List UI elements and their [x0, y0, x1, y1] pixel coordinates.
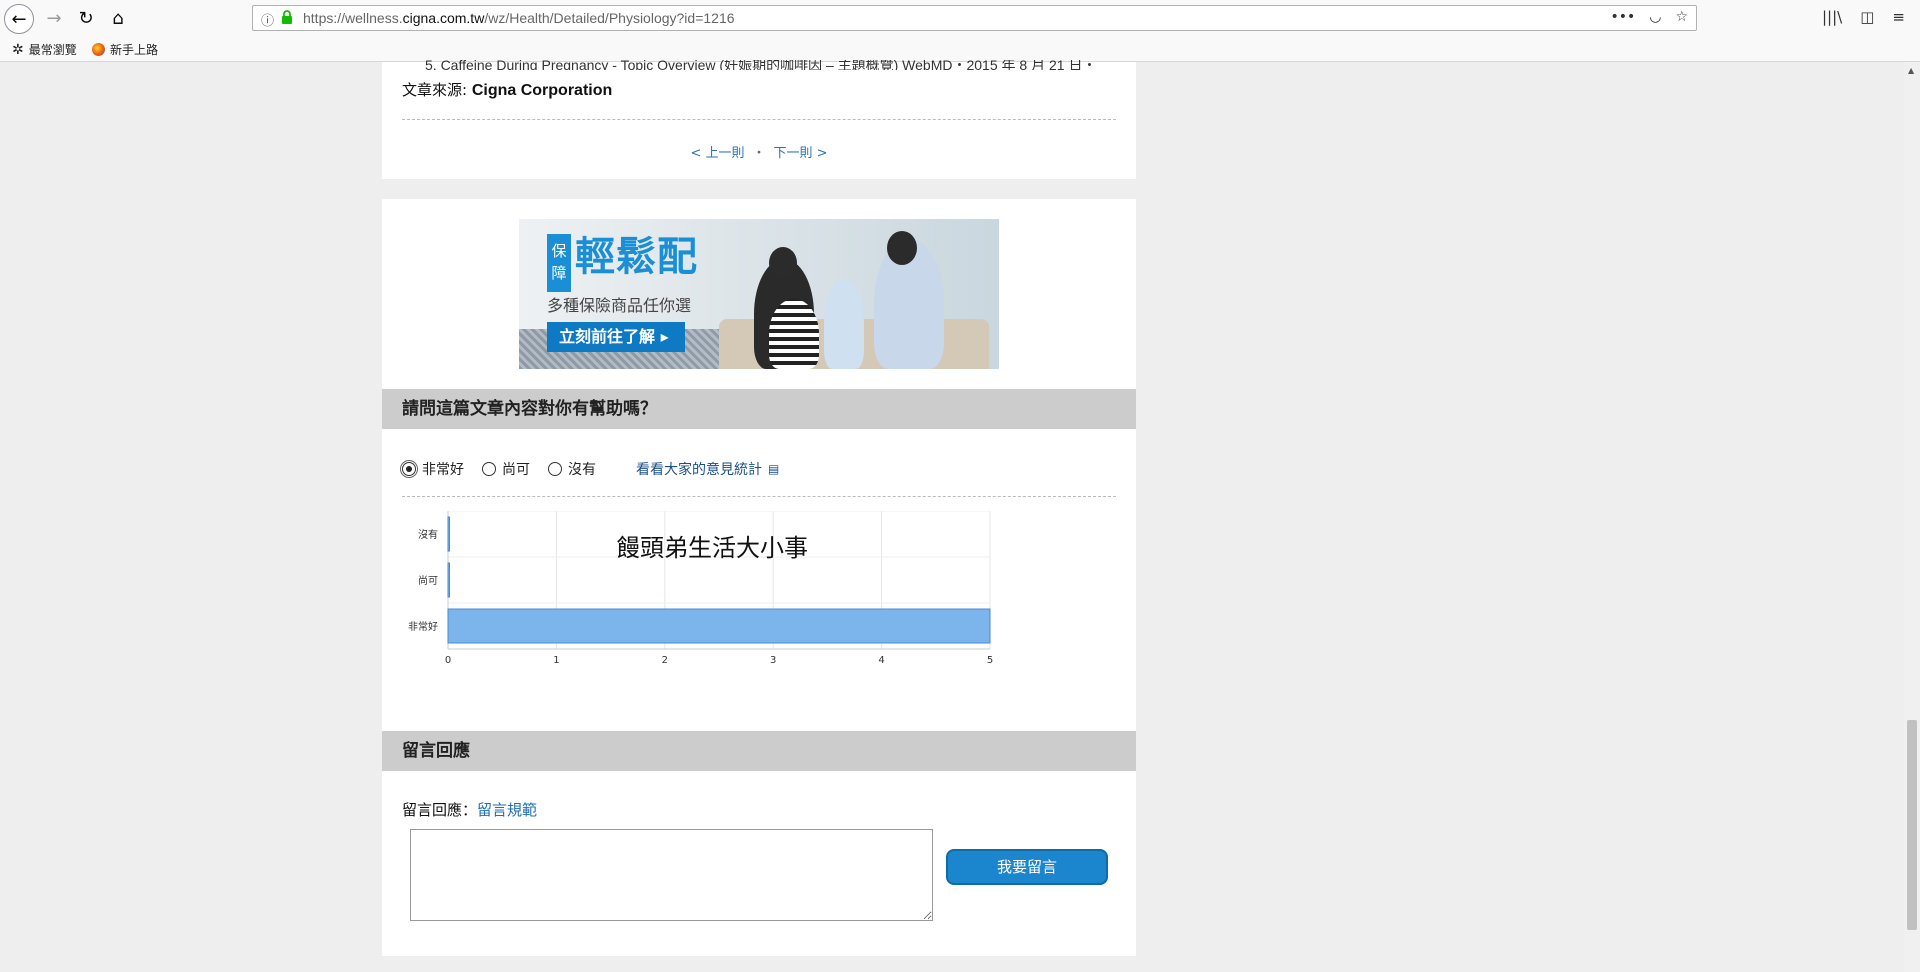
chart-icon: ▤ — [768, 462, 780, 476]
ad-person-head — [769, 247, 797, 279]
reference-item: 5. Caffeine During Pregnancy - Topic Ove… — [425, 60, 1097, 70]
tick-label: 0 — [445, 655, 451, 666]
ad-banner[interactable]: 保障 輕鬆配 多種保險商品任你選 立刻前往了解 ▸ — [519, 219, 999, 369]
option-ok[interactable]: 尚可 — [482, 459, 530, 479]
comments-heading: 留言回應 — [382, 731, 1136, 771]
url-text: https://wellness.cigna.com.tw/wz/Health/… — [303, 10, 735, 26]
view-stats-link[interactable]: 看看大家的意見統計 ▤ — [636, 459, 779, 479]
bookmark-getting-started[interactable]: 新手上路 — [92, 41, 158, 58]
tick-label: 4 — [878, 655, 884, 666]
address-bar[interactable]: ⓘ https://wellness.cigna.com.tw/wz/Healt… — [252, 5, 1697, 31]
article-pager: < 上一則・下一則 > — [690, 146, 828, 161]
reload-icon[interactable]: ↻ — [72, 4, 100, 32]
bar — [447, 562, 450, 598]
feedback-panel: 保障 輕鬆配 多種保險商品任你選 立刻前往了解 ▸ 請問這篇文章內容對你有幫助嗎… — [382, 199, 1136, 956]
option-very-good[interactable]: 非常好 — [400, 459, 464, 479]
bookmark-most-visited[interactable]: ✲ 最常瀏覽 — [12, 41, 77, 58]
article-source: 文章來源: Cigna Corporation — [402, 81, 613, 99]
sidebar-icon[interactable]: ◫ — [1860, 8, 1874, 26]
pocket-icon[interactable]: ◡ — [1649, 9, 1661, 25]
ad-badge: 保障 — [547, 234, 571, 292]
option-no[interactable]: 沒有 — [548, 459, 596, 479]
menu-icon[interactable]: ≡ — [1892, 8, 1905, 26]
bookmark-star-icon[interactable]: ☆ — [1675, 9, 1688, 25]
scroll-up-arrow-icon[interactable]: ▲ — [1908, 66, 1914, 75]
more-actions-icon[interactable]: ••• — [1610, 9, 1635, 25]
library-icon[interactable]: |||\ — [1822, 8, 1842, 26]
divider — [402, 119, 1116, 120]
tick-label: 3 — [770, 655, 776, 666]
comment-rules-link[interactable]: 留言規範 — [477, 801, 537, 819]
prev-article-link[interactable]: < 上一則 — [690, 146, 744, 161]
next-article-link[interactable]: 下一則 > — [774, 146, 828, 161]
category-label: 非常好 — [408, 620, 438, 633]
comment-textarea[interactable] — [410, 829, 933, 921]
forward-arrow-icon[interactable]: → — [40, 4, 68, 32]
bar — [447, 608, 991, 644]
survey-heading: 請問這篇文章內容對你有幫助嗎？ — [382, 389, 1136, 429]
ad-title: 輕鬆配 — [575, 234, 698, 280]
ad-subtitle: 多種保險商品任你選 — [547, 296, 692, 315]
tick-label: 1 — [553, 655, 559, 666]
ad-cta-button[interactable]: 立刻前往了解 ▸ — [547, 322, 685, 352]
article-footer-panel: 5. Caffeine During Pregnancy - Topic Ove… — [382, 60, 1136, 179]
info-icon[interactable]: ⓘ — [261, 10, 274, 29]
radio-icon[interactable] — [548, 462, 562, 476]
firefox-icon — [92, 43, 105, 56]
tick-label: 5 — [987, 655, 993, 666]
tick-label: 2 — [662, 655, 668, 666]
ad-person-shirt — [769, 299, 819, 369]
survey-options: 非常好 尚可 沒有 看看大家的意見統計 ▤ — [400, 459, 779, 479]
scrollbar-thumb[interactable] — [1907, 720, 1917, 930]
divider — [402, 496, 1116, 497]
bar — [447, 516, 450, 552]
radio-icon[interactable] — [482, 462, 496, 476]
category-label: 尚可 — [418, 574, 438, 587]
category-label: 沒有 — [418, 528, 438, 541]
home-icon[interactable]: ⌂ — [104, 4, 132, 32]
radio-selected-icon[interactable] — [400, 460, 418, 478]
gear-icon: ✲ — [12, 41, 24, 58]
chart-watermark: 饅頭弟生活大小事 — [616, 534, 808, 562]
comment-label: 留言回應：留言規範 — [402, 801, 538, 819]
browser-toolbar: ← → ↻ ⌂ ⓘ https://wellness.cigna.com.tw/… — [0, 0, 1920, 36]
ad-person-head — [887, 231, 917, 265]
back-arrow-icon[interactable]: ← — [4, 4, 34, 34]
ad-child — [824, 279, 864, 369]
lock-icon — [282, 10, 292, 24]
submit-comment-button[interactable]: 我要留言 — [946, 849, 1108, 885]
bookmarks-toolbar — [0, 36, 1920, 62]
survey-results-chart: 沒有尚可非常好 0 1 2 3 4 5 饅頭弟生活大小事 — [408, 511, 993, 666]
